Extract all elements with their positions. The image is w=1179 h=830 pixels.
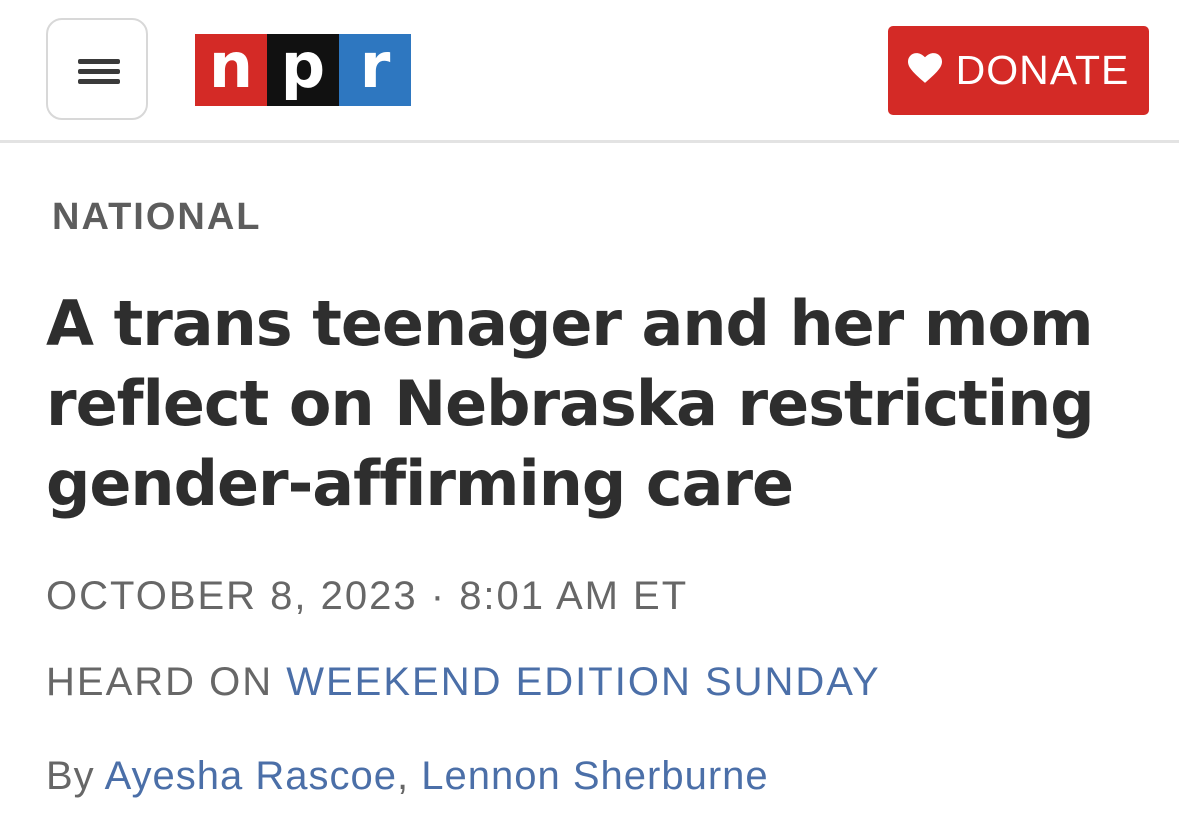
donate-button[interactable]: DONATE [888,26,1149,115]
author-link-2[interactable]: Lennon Sherburne [421,754,768,798]
donate-label: DONATE [955,47,1130,93]
logo-letter-p: p [267,34,339,106]
article-time: 8:01 AM ET [459,574,689,618]
logo-letter-r: r [339,34,411,106]
author-link-1[interactable]: Ayesha Rascoe [105,754,397,798]
author-separator: , [397,754,422,798]
byline-prefix: By [46,754,105,798]
npr-logo[interactable]: n p r [195,34,411,106]
article-date: OCTOBER 8, 2023 [46,574,418,618]
byline: By Ayesha Rascoe, Lennon Sherburne [46,754,769,799]
article-headline: A trans teenager and her mom reflect on … [46,287,1095,520]
menu-button[interactable] [46,18,148,120]
heard-on-line: HEARD ON WEEKEND EDITION SUNDAY [46,660,881,705]
date-separator: · [417,574,460,618]
program-link[interactable]: WEEKEND EDITION SUNDAY [286,660,880,704]
section-label[interactable]: NATIONAL [52,196,262,239]
article-dateline: OCTOBER 8, 2023 · 8:01 AM ET [46,574,688,619]
site-header: n p r DONATE [0,0,1179,143]
heart-icon [907,53,942,88]
logo-letter-n: n [195,34,267,106]
heard-on-label: HEARD ON [46,660,287,704]
